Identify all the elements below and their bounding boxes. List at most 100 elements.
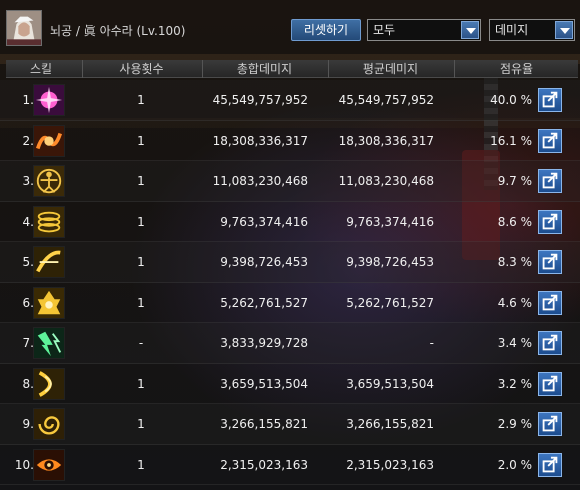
header: 뇌공 / 眞 아수라 (Lv.100) 리셋하기 모두 데미지 <box>0 0 580 58</box>
row-uses: 1 <box>137 174 145 188</box>
row-uses: 1 <box>137 255 145 269</box>
header-avg[interactable]: 평균데미지 <box>328 60 452 78</box>
damage-meter-window: 뇌공 / 眞 아수라 (Lv.100) 리셋하기 모두 데미지 스킬 사용횟수 … <box>0 0 580 490</box>
golden-arc-icon <box>33 367 65 400</box>
row-rank: 2. <box>22 133 34 148</box>
green-lightning-icon <box>33 327 65 359</box>
row-total: 45,549,757,952 <box>212 93 308 107</box>
external-link-icon <box>542 415 558 432</box>
header-uses[interactable]: 사용횟수 <box>82 60 200 78</box>
reset-button[interactable]: 리셋하기 <box>291 19 361 41</box>
golden-swirl-icon <box>33 408 65 440</box>
row-avg: 18,308,336,317 <box>338 133 434 148</box>
row-avg: 9,398,726,453 <box>346 255 434 269</box>
row-rank: 3. <box>22 174 34 188</box>
external-link-icon <box>542 375 558 391</box>
table-row: 2. 1 18,308,336,317 18,308,336,317 16.1 … <box>0 121 580 161</box>
chevron-down-icon[interactable] <box>461 21 479 39</box>
row-avg: 2,315,023,163 <box>346 457 434 472</box>
table-row: 4. 1 9,763,374,416 9,763,374,416 8.6 % <box>0 202 580 242</box>
row-total: 5,262,761,527 <box>220 295 308 310</box>
table-row: 3. 1 11,083,230,468 11,083,230,468 9.7 % <box>0 161 580 202</box>
row-uses: 1 <box>137 295 145 310</box>
open-detail-button[interactable] <box>538 209 562 234</box>
table-row: 5. 1 9,398,726,453 9,398,726,453 8.3 % <box>0 242 580 283</box>
row-rank: 6. <box>22 295 34 310</box>
damage-table-body: 1. 1 45,549,757,952 45,549,757,952 40.0 … <box>0 80 580 485</box>
sort-dropdown[interactable]: 데미지 <box>489 19 575 41</box>
character-name: 뇌공 / 眞 아수라 (Lv.100) <box>50 24 186 38</box>
table-header: 스킬 사용횟수 총합데미지 평균데미지 점유율 <box>6 60 578 78</box>
open-detail-button[interactable] <box>538 371 562 396</box>
row-uses: 1 <box>137 376 145 391</box>
open-detail-button[interactable] <box>538 250 562 274</box>
row-total: 9,398,726,453 <box>220 255 308 269</box>
row-total: 11,083,230,468 <box>212 174 308 188</box>
row-rank: 7. <box>22 336 34 350</box>
open-detail-button[interactable] <box>538 412 562 436</box>
row-total: 9,763,374,416 <box>220 214 308 229</box>
row-avg: 9,763,374,416 <box>346 214 434 229</box>
vitruvian-icon <box>33 165 65 197</box>
row-uses: 1 <box>137 133 145 148</box>
table-row: 1. 1 45,549,757,952 45,549,757,952 40.0 … <box>0 80 580 121</box>
table-row: 6. 1 5,262,761,527 5,262,761,527 4.6 % <box>0 283 580 323</box>
open-detail-button[interactable] <box>538 331 562 355</box>
row-share: 3.4 % <box>497 336 532 350</box>
row-avg: 3,266,155,821 <box>346 417 434 431</box>
open-detail-button[interactable] <box>538 88 562 112</box>
open-detail-button[interactable] <box>538 169 562 193</box>
chevron-down-icon[interactable] <box>555 21 573 39</box>
external-link-icon <box>542 334 558 351</box>
row-total: 18,308,336,317 <box>212 133 308 148</box>
row-avg: 11,083,230,468 <box>338 174 434 188</box>
row-rank: 5. <box>22 255 34 269</box>
external-link-icon <box>542 294 558 310</box>
row-avg: 45,549,757,952 <box>338 93 434 107</box>
open-detail-button[interactable] <box>538 452 562 477</box>
row-share: 2.9 % <box>497 417 532 431</box>
external-link-icon <box>542 213 558 229</box>
open-detail-button[interactable] <box>538 128 562 153</box>
row-avg: - <box>429 336 434 350</box>
row-rank: 10. <box>14 457 34 472</box>
row-share: 8.3 % <box>497 255 532 269</box>
header-skill[interactable]: 스킬 <box>6 60 76 78</box>
row-share: 3.2 % <box>497 376 532 391</box>
row-share: 4.6 % <box>497 295 532 310</box>
table-row: 8. 1 3,659,513,504 3,659,513,504 3.2 % <box>0 364 580 404</box>
header-total[interactable]: 총합데미지 <box>202 60 326 78</box>
character-avatar <box>6 10 42 46</box>
row-rank: 4. <box>22 214 34 229</box>
orange-wave-icon <box>33 124 65 157</box>
row-share: 16.1 % <box>490 133 532 148</box>
row-total: 3,659,513,504 <box>220 376 308 391</box>
row-rank: 8. <box>22 376 34 391</box>
header-share[interactable]: 점유율 <box>454 60 578 78</box>
row-total: 3,266,155,821 <box>220 417 308 431</box>
external-link-icon <box>542 172 558 189</box>
external-link-icon <box>542 456 558 472</box>
filter-dropdown[interactable]: 모두 <box>367 19 481 41</box>
row-total: 2,315,023,163 <box>220 457 308 472</box>
row-uses: 1 <box>137 457 145 472</box>
row-share: 8.6 % <box>497 214 532 229</box>
row-total: 3,833,929,728 <box>220 336 308 350</box>
row-rank: 9. <box>22 417 34 431</box>
golden-crest-icon <box>33 286 65 319</box>
row-uses: 1 <box>137 417 145 431</box>
external-link-icon <box>542 132 558 148</box>
pink-burst-icon <box>33 84 65 116</box>
filter-value: 모두 <box>373 23 396 37</box>
external-link-icon <box>542 253 558 270</box>
open-detail-button[interactable] <box>538 290 562 315</box>
row-share: 2.0 % <box>497 457 532 472</box>
row-share: 9.7 % <box>497 174 532 188</box>
sort-value: 데미지 <box>495 23 529 37</box>
table-row: 7. - 3,833,929,728 - 3.4 % <box>0 323 580 364</box>
golden-slash-icon <box>33 246 65 278</box>
table-row: 9. 1 3,266,155,821 3,266,155,821 2.9 % <box>0 404 580 445</box>
row-share: 40.0 % <box>490 93 532 107</box>
row-rank: 1. <box>22 93 34 107</box>
row-avg: 5,262,761,527 <box>346 295 434 310</box>
